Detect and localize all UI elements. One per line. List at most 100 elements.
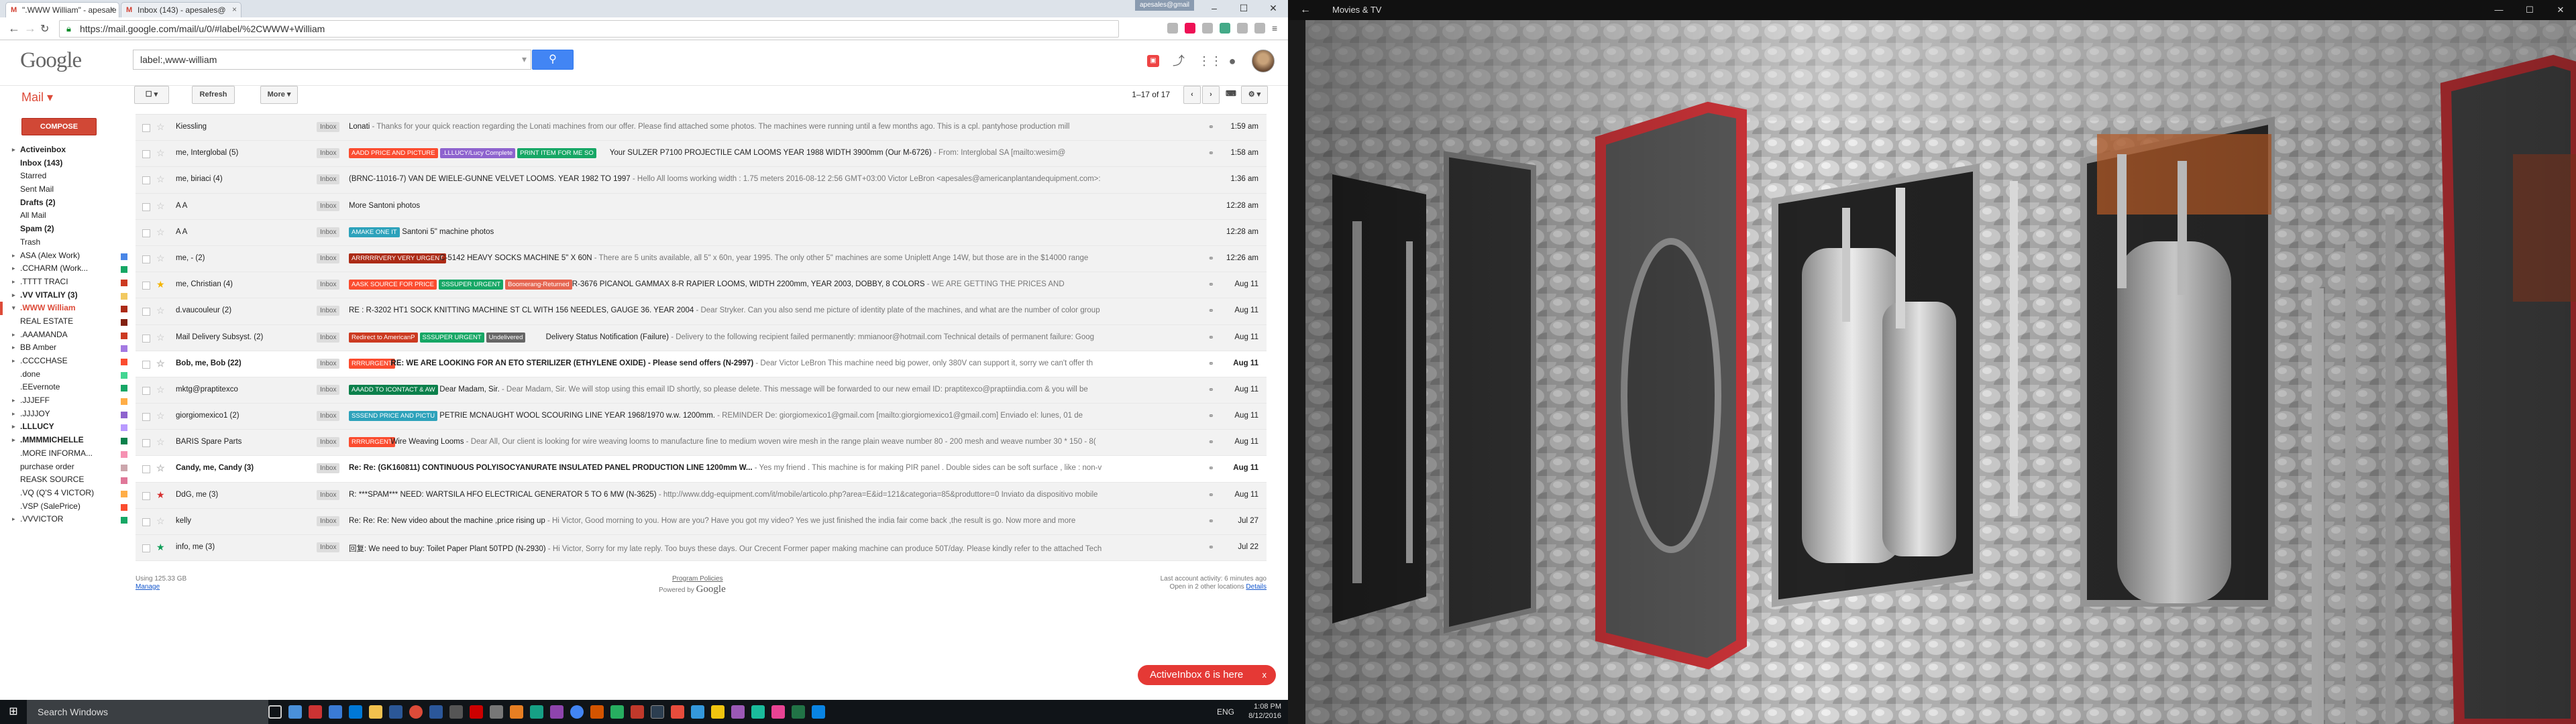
notifications-icon[interactable]: ●: [1225, 54, 1240, 68]
email-row[interactable]: ★ me, Christian (4) Inbox AASK SOURCE FOR P…: [136, 272, 1267, 299]
row-checkbox[interactable]: [142, 229, 150, 237]
inbox-label-chip[interactable]: Inbox: [317, 306, 340, 316]
row-checkbox[interactable]: [142, 386, 150, 395]
inbox-label-chip[interactable]: Inbox: [317, 200, 340, 211]
label-color-swatch[interactable]: [121, 398, 127, 406]
input-tools-icon[interactable]: ⌨: [1224, 86, 1238, 104]
label-chip[interactable]: AADD PRICE AND PICTURE: [349, 148, 438, 159]
nav-item[interactable]: Spam (2): [0, 223, 134, 236]
google-logo[interactable]: Google: [20, 48, 82, 73]
expand-caret-icon[interactable]: ▸: [12, 341, 15, 355]
chrome-icon[interactable]: [570, 705, 584, 719]
browser-tab-inbox[interactable]: M Inbox (143) - apesales@ ×: [121, 2, 241, 17]
maximize-icon[interactable]: ☐: [2514, 0, 2545, 20]
label-color-swatch[interactable]: [121, 477, 127, 485]
expand-caret-icon[interactable]: ▸: [12, 276, 15, 289]
label-color-swatch[interactable]: [121, 450, 127, 458]
email-row[interactable]: ☆ BARIS Spare Parts Inbox RRRURGENT Wire Wea…: [136, 430, 1267, 457]
app-icon[interactable]: [389, 705, 402, 719]
app-icon[interactable]: [812, 705, 825, 719]
acrobat-icon[interactable]: [470, 705, 483, 719]
inbox-label-chip[interactable]: Inbox: [317, 332, 340, 343]
label-color-swatch[interactable]: [121, 385, 127, 392]
inbox-label-chip[interactable]: Inbox: [317, 542, 340, 552]
search-options-icon[interactable]: ▾: [522, 54, 527, 65]
star-icon[interactable]: ☆: [156, 253, 165, 263]
inbox-label-chip[interactable]: Inbox: [317, 122, 340, 132]
label-chip[interactable]: Redirect to AmericanP: [349, 332, 418, 343]
app-icon[interactable]: [590, 705, 604, 719]
nav-item[interactable]: ▸ .VV VITALIY (3): [0, 289, 134, 302]
label-chip[interactable]: PRINT ITEM FOR ME SO: [517, 148, 596, 159]
nav-item[interactable]: ▸ .MMMMICHELLE: [0, 434, 134, 447]
close-tab-icon[interactable]: ×: [110, 5, 115, 14]
star-icon[interactable]: ☆: [156, 516, 165, 526]
label-color-swatch[interactable]: [121, 279, 127, 286]
nav-item[interactable]: ▸ .CCHARM (Work...: [0, 262, 134, 276]
nav-item[interactable]: ▸ .VVVICTOR: [0, 513, 134, 526]
nav-item[interactable]: .VQ (Q'S 4 VICTOR): [0, 487, 134, 500]
notification-close-icon[interactable]: x: [1263, 665, 1267, 685]
minimize-icon[interactable]: –: [1199, 0, 1229, 16]
more-button[interactable]: More ▾: [260, 86, 298, 104]
nav-item[interactable]: ▸ ASA (Alex Work): [0, 249, 134, 263]
reload-icon[interactable]: ↻: [40, 22, 49, 36]
nav-item[interactable]: ▸ .AAAMANDA: [0, 328, 134, 342]
extension-icon[interactable]: [1220, 23, 1230, 34]
nav-item[interactable]: ▸ Activeinbox: [0, 143, 134, 157]
label-color-swatch[interactable]: [121, 292, 127, 300]
label-color-swatch[interactable]: [121, 371, 127, 379]
app-icon[interactable]: [449, 705, 463, 719]
inbox-label-chip[interactable]: Inbox: [317, 148, 340, 159]
search-button[interactable]: ⚲: [532, 50, 574, 70]
menu-icon[interactable]: ≡: [1272, 23, 1283, 34]
app-icon[interactable]: [610, 705, 624, 719]
label-chip[interactable]: SSSUPER URGENT: [419, 332, 484, 343]
details-link[interactable]: Details: [1246, 583, 1267, 591]
nav-item[interactable]: Starred: [0, 170, 134, 183]
extension-icon[interactable]: [1185, 23, 1195, 34]
star-icon[interactable]: ☆: [156, 437, 165, 446]
nav-item[interactable]: ▸ BB Amber: [0, 341, 134, 355]
extension-icon[interactable]: [1167, 23, 1178, 34]
label-color-swatch[interactable]: [121, 332, 127, 339]
label-color-swatch[interactable]: [121, 438, 127, 445]
email-row[interactable]: ☆ Candy, me, Candy (3) Inbox Re: Re: (GK160…: [136, 456, 1267, 483]
prev-page-icon[interactable]: ‹: [1183, 86, 1201, 104]
email-row[interactable]: ☆ Mail Delivery Subsyst. (2) Inbox Redirect…: [136, 324, 1267, 351]
label-color-swatch[interactable]: [121, 318, 127, 326]
apps-grid-icon[interactable]: ⋮⋮: [1198, 54, 1222, 68]
star-icon[interactable]: ☆: [156, 148, 165, 158]
star-icon[interactable]: ★: [156, 280, 165, 289]
extension-icon[interactable]: [1202, 23, 1213, 34]
app-icon[interactable]: [711, 705, 724, 719]
nav-item[interactable]: ▸ .TTTT TRACI: [0, 276, 134, 289]
nav-item[interactable]: ▸ .JJJJOY: [0, 408, 134, 421]
expand-caret-icon[interactable]: ▸: [12, 289, 15, 302]
select-all-checkbox[interactable]: ☐ ▾: [134, 86, 169, 104]
language-indicator[interactable]: ENG: [1217, 707, 1234, 717]
refresh-button[interactable]: Refresh: [192, 86, 235, 104]
row-checkbox[interactable]: [142, 176, 150, 185]
label-chip[interactable]: Undelivered: [486, 332, 526, 343]
nav-item[interactable]: ▸ .CCCCHASE: [0, 355, 134, 368]
app-icon[interactable]: [349, 705, 362, 719]
row-checkbox[interactable]: [142, 491, 150, 500]
forward-icon[interactable]: →: [24, 21, 36, 36]
inbox-label-chip[interactable]: Inbox: [317, 516, 340, 526]
app-icon[interactable]: [671, 705, 684, 719]
expand-caret-icon[interactable]: ▸: [12, 328, 15, 342]
nav-item[interactable]: .VSP (SalePrice): [0, 500, 134, 514]
inbox-label-chip[interactable]: Inbox: [317, 463, 340, 474]
nav-item[interactable]: purchase order: [0, 461, 134, 474]
app-icon[interactable]: [530, 705, 543, 719]
label-chip[interactable]: AASK SOURCE FOR PRICE: [349, 280, 437, 290]
expand-caret-icon[interactable]: ▸: [12, 249, 15, 263]
star-icon[interactable]: ☆: [156, 385, 165, 394]
inbox-label-chip[interactable]: Inbox: [317, 489, 340, 500]
star-icon[interactable]: ☆: [156, 306, 165, 315]
star-icon[interactable]: ★: [156, 542, 165, 552]
star-icon[interactable]: ☆: [156, 411, 165, 420]
inbox-label-chip[interactable]: Inbox: [317, 411, 340, 422]
label-chip[interactable]: AAADD TO ICONTACT & AW: [349, 384, 438, 395]
